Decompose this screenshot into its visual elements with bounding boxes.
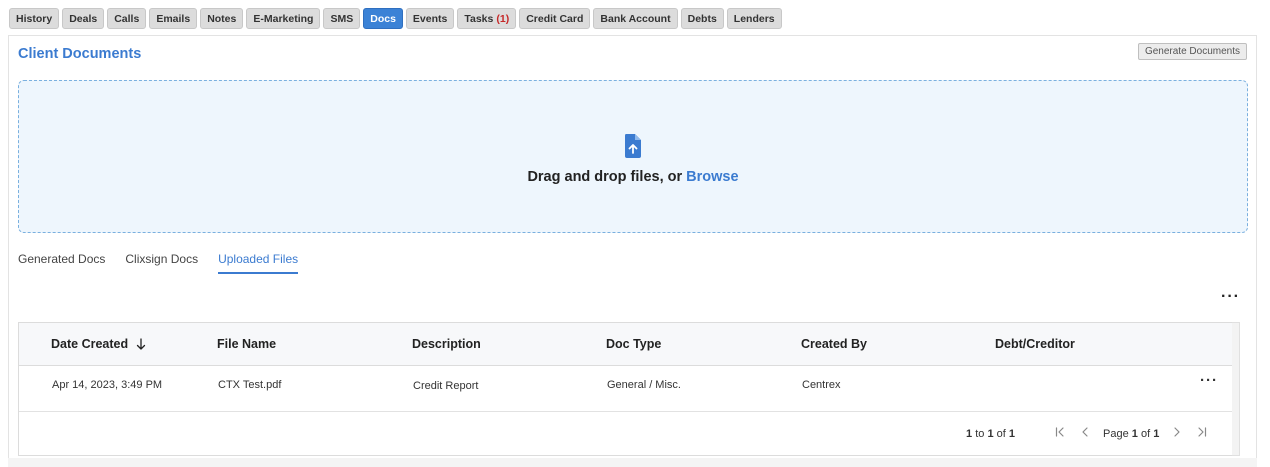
tab-label: Credit Card — [526, 12, 584, 25]
tab-generated-docs[interactable]: Generated Docs — [18, 252, 105, 274]
total-pages: 1 — [1153, 428, 1160, 440]
browse-link[interactable]: Browse — [686, 169, 738, 185]
tab-label: Emails — [156, 12, 191, 25]
column-header-description[interactable]: Description — [412, 337, 481, 351]
cell-description: Credit Report — [413, 380, 479, 392]
column-header-doc-type[interactable]: Doc Type — [606, 337, 661, 351]
previous-page-icon[interactable] — [1078, 425, 1092, 439]
pagination-range: 1 to 1 of 1 — [966, 428, 1015, 440]
tab-uploaded-files[interactable]: Uploaded Files — [218, 252, 299, 274]
tab-label: Events — [412, 12, 448, 25]
vertical-scrollbar[interactable] — [1232, 322, 1240, 456]
cell-doc-type: General / Misc. — [607, 379, 681, 391]
tab-notes[interactable]: Notes — [200, 8, 244, 29]
column-header-file-name[interactable]: File Name — [217, 337, 276, 351]
tab-debts[interactable]: Debts — [680, 8, 724, 29]
range-total: 1 — [1008, 428, 1015, 440]
range-of-word: of — [996, 428, 1006, 440]
dropzone-text: Drag and drop files, or Browse — [527, 169, 738, 185]
tab-label: Calls — [114, 12, 140, 25]
file-upload-icon — [625, 133, 641, 158]
last-page-icon[interactable] — [1195, 425, 1209, 439]
panel-bottom-edge — [8, 458, 1257, 467]
row-actions-icon[interactable]: ··· — [1200, 373, 1218, 388]
tab-lenders[interactable]: Lenders — [726, 8, 782, 29]
tab-sms[interactable]: SMS — [323, 8, 361, 29]
tab-label: Docs — [370, 12, 396, 25]
table-header: Date Created File Name Description Doc T… — [19, 323, 1232, 366]
table-row[interactable]: Apr 14, 2023, 3:49 PM CTX Test.pdf Credi… — [19, 366, 1232, 412]
client-documents-panel: Client Documents Generate Documents Drag… — [8, 35, 1257, 467]
next-page-icon[interactable] — [1170, 425, 1184, 439]
tab-tasks[interactable]: Tasks (1) — [457, 8, 517, 29]
range-from: 1 — [966, 428, 973, 440]
file-dropzone[interactable]: Drag and drop files, or Browse — [18, 80, 1248, 233]
dropzone-instruction: Drag and drop files, or — [527, 168, 687, 185]
tab-label: Debts — [687, 12, 717, 25]
generate-documents-button[interactable]: Generate Documents — [1137, 43, 1247, 60]
page-indicator: Page 1 of 1 — [1103, 428, 1159, 440]
tab-events[interactable]: Events — [405, 8, 455, 29]
tab-deals[interactable]: Deals — [62, 8, 105, 29]
tab-e-marketing[interactable]: E-Marketing — [246, 8, 321, 29]
uploaded-files-table: Date Created File Name Description Doc T… — [18, 322, 1240, 456]
tab-label: Bank Account — [600, 12, 671, 25]
cell-created-by: Centrex — [802, 379, 841, 391]
pagination-bar: 1 to 1 of 1 Page 1 of 1 — [19, 412, 1232, 455]
page-title: Client Documents — [18, 46, 142, 62]
column-header-created-by[interactable]: Created By — [801, 337, 867, 351]
tab-label: Deals — [69, 12, 98, 25]
tab-calls[interactable]: Calls — [107, 8, 147, 29]
first-page-icon[interactable] — [1053, 425, 1067, 439]
top-tab-bar: History Deals Calls Emails Notes E-Marke… — [9, 8, 782, 29]
page-word: Page — [1103, 428, 1129, 440]
column-header-date-created[interactable]: Date Created — [51, 337, 146, 351]
tab-docs[interactable]: Docs — [363, 8, 403, 29]
cell-date-created: Apr 14, 2023, 3:49 PM — [52, 379, 163, 391]
column-header-debt-creditor[interactable]: Debt/Creditor — [995, 337, 1075, 351]
task-count-badge: (1) — [496, 12, 510, 25]
tab-label: E-Marketing — [253, 12, 314, 25]
tab-bank-account[interactable]: Bank Account — [593, 8, 678, 29]
tab-history[interactable]: History — [9, 8, 60, 29]
sort-descending-icon — [136, 338, 146, 350]
current-page: 1 — [1131, 428, 1138, 440]
tab-clixsign-docs[interactable]: Clixsign Docs — [125, 252, 198, 274]
tab-label: Tasks — [464, 12, 494, 25]
tab-label: Lenders — [733, 12, 775, 25]
tab-emails[interactable]: Emails — [149, 8, 198, 29]
more-options-icon[interactable]: ··· — [1221, 289, 1240, 305]
document-tabs: Generated Docs Clixsign Docs Uploaded Fi… — [18, 252, 299, 274]
column-header-label: Date Created — [51, 337, 129, 351]
tab-label: History — [16, 12, 53, 25]
cell-file-name[interactable]: CTX Test.pdf — [218, 379, 281, 391]
tab-label: SMS — [330, 12, 354, 25]
tab-label: Notes — [207, 12, 237, 25]
page-of-word: of — [1140, 428, 1151, 440]
range-to: 1 — [987, 428, 994, 440]
tab-credit-card[interactable]: Credit Card — [519, 8, 591, 29]
range-to-word: to — [975, 428, 985, 440]
